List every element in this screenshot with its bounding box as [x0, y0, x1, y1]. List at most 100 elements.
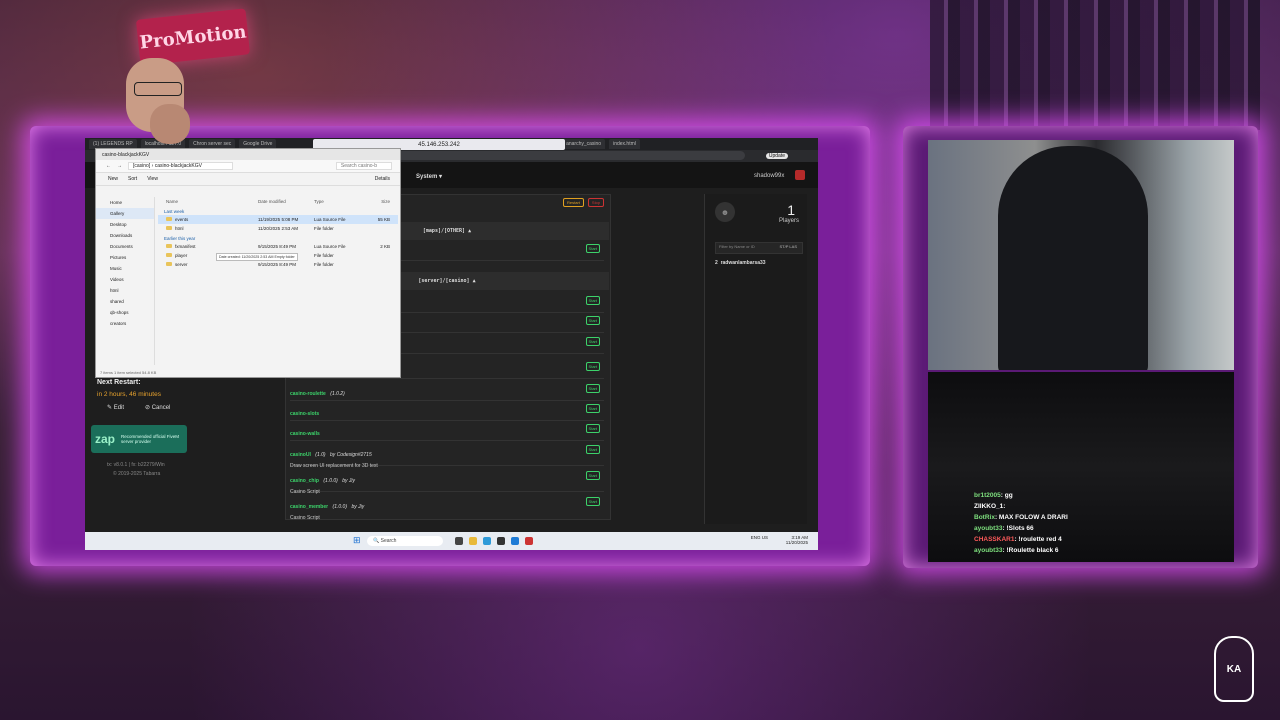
- chat-username[interactable]: CHASSKAR1: [974, 536, 1014, 543]
- start-button[interactable]: Start: [585, 404, 600, 413]
- start-button[interactable]: Start: [585, 424, 600, 433]
- file-type: File folder: [314, 253, 334, 258]
- start-button[interactable]: Start: [585, 296, 600, 305]
- column-name[interactable]: Name: [158, 199, 258, 204]
- resource-author: by Jiy: [351, 504, 365, 510]
- player-filter-placeholder: Filter by Name or ID: [719, 244, 755, 249]
- file-row[interactable]: fxmanifest 9/15/2025 8:49 PM Lua Source Fi…: [158, 242, 398, 251]
- url-field[interactable]: [345, 151, 745, 160]
- player-count: 1: [787, 202, 795, 218]
- sidebar-item[interactable]: Home: [96, 197, 154, 208]
- column-type[interactable]: Type: [314, 199, 360, 204]
- folder-app-icon[interactable]: [469, 537, 477, 545]
- streamer-silhouette: [998, 146, 1148, 370]
- nav-username[interactable]: shadow99x: [754, 173, 784, 179]
- chat-username[interactable]: ayoubt33: [974, 525, 1003, 532]
- terminal-app-icon[interactable]: [497, 537, 505, 545]
- taskbar-search[interactable]: 🔍 Search: [367, 536, 443, 546]
- sidebar-item[interactable]: Pictures: [96, 252, 154, 263]
- player-sort-button[interactable]: ST/P LAS: [780, 244, 798, 249]
- sort-button[interactable]: Sort: [128, 176, 137, 182]
- path-breadcrumb[interactable]: [casino] › casino-blackjackKGV: [128, 162, 233, 170]
- back-icon[interactable]: ←: [106, 163, 111, 169]
- sidebar-item[interactable]: Documents: [96, 241, 154, 252]
- edge-app-icon[interactable]: [483, 537, 491, 545]
- chat-text: : !Roulette black 6: [1002, 547, 1059, 554]
- sidebar-item[interactable]: shared: [96, 296, 154, 307]
- remote-ip: 45.146.253.242: [418, 141, 460, 148]
- stop-button[interactable]: Stop: [587, 198, 605, 207]
- next-restart-label: Next Restart:: [97, 379, 141, 386]
- start-menu-icon[interactable]: ⊞: [353, 536, 362, 545]
- folder-tooltip: Date created: 11/20/2025 2:53 AM Empty f…: [216, 253, 298, 261]
- sidebar-item[interactable]: Downloads: [96, 230, 154, 241]
- forward-icon[interactable]: →: [117, 163, 122, 169]
- view-button[interactable]: View: [147, 176, 158, 182]
- resource-name: casino_chip: [290, 478, 319, 484]
- group-header[interactable]: Last week: [158, 206, 398, 215]
- sidebar-item[interactable]: Gallery: [96, 208, 154, 219]
- start-button[interactable]: Start: [585, 337, 600, 346]
- column-size[interactable]: Size: [360, 199, 390, 204]
- group-header[interactable]: Earlier this year: [158, 233, 398, 242]
- player-row[interactable]: 2 radwanlambarsa33: [715, 260, 766, 266]
- browser-tab[interactable]: index.html: [609, 139, 640, 149]
- sidebar-item[interactable]: Music: [96, 263, 154, 274]
- start-button[interactable]: Start: [585, 445, 600, 454]
- folder-icon: [166, 217, 172, 221]
- file-type: Lua Source File: [314, 217, 346, 222]
- start-button[interactable]: Start: [585, 244, 600, 253]
- start-button[interactable]: Start: [585, 362, 600, 371]
- edit-schedule-button[interactable]: ✎ Edit: [107, 404, 124, 411]
- file-explorer-app-icon[interactable]: [455, 537, 463, 545]
- file-row[interactable]: server 9/15/2025 8:49 PM File folder: [158, 260, 398, 269]
- new-button[interactable]: New: [108, 176, 118, 182]
- zap-text: Recommended official FiveM server provid…: [121, 434, 179, 444]
- stream-chat: br1t2005: gg ZIIKKO_1: BotRix: MAX FOLOW …: [974, 490, 1068, 556]
- resource-author: by Jiy: [342, 478, 356, 484]
- chat-username[interactable]: ZIIKKO_1: [974, 503, 1003, 510]
- chat-username[interactable]: BotRix: [974, 514, 995, 521]
- taskbar-clock[interactable]: 3:19 AM 11/20/2025: [786, 535, 808, 545]
- resource-author: by Codesign#2715: [330, 452, 372, 458]
- resource-row-casino-member: casino_member (1.0.0) by Jiy Casino Scri…: [290, 495, 604, 521]
- cancel-schedule-button[interactable]: ⊘ Cancel: [145, 404, 170, 411]
- resource-version: (1.0.0): [332, 504, 347, 510]
- sidebar-item[interactable]: Desktop: [96, 219, 154, 230]
- nav-system-menu[interactable]: System ▾: [416, 173, 442, 180]
- start-button[interactable]: Start: [585, 384, 600, 393]
- vscode-app-icon[interactable]: [511, 537, 519, 545]
- chat-message: ayoubt33: !Slots 66: [974, 523, 1068, 534]
- chat-username[interactable]: ayoubt33: [974, 547, 1003, 554]
- details-button[interactable]: Details: [375, 176, 390, 182]
- zap-hosting-banner[interactable]: zap Recommended official FiveM server pr…: [91, 425, 187, 453]
- update-button[interactable]: Update: [765, 153, 788, 159]
- file-date: 11/19/2025 5:08 PM: [258, 217, 299, 222]
- explorer-search-input[interactable]: Search casino-b: [335, 162, 392, 170]
- browser-tab[interactable]: anarchy_casino: [562, 139, 606, 149]
- file-row[interactable]: events 11/19/2025 5:08 PM Lua Source File 5…: [158, 215, 398, 224]
- explorer-address-bar[interactable]: ← → [casino] › casino-blackjackKGV Searc…: [96, 160, 400, 173]
- resource-row-casino-walls: casino-walls Start: [290, 422, 604, 441]
- sidebar-item[interactable]: html: [96, 285, 154, 296]
- sidebar-item[interactable]: qb-shops: [96, 307, 154, 318]
- folder-icon: [166, 226, 172, 230]
- resource-row-casino-chip: casino_chip (1.0.0) by Jiy Casino Script…: [290, 469, 604, 495]
- sidebar-item[interactable]: creators: [96, 318, 154, 329]
- restart-button[interactable]: Restart: [563, 198, 584, 207]
- sidebar-item[interactable]: Videos: [96, 274, 154, 285]
- language-indicator[interactable]: ENG US: [751, 535, 768, 540]
- column-date[interactable]: Date modified: [258, 199, 314, 204]
- chat-message: ayoubt33: !Roulette black 6: [974, 545, 1068, 556]
- chat-text: : !Slots 66: [1002, 525, 1034, 532]
- chat-username[interactable]: br1t2005: [974, 492, 1001, 499]
- app-icon[interactable]: [525, 537, 533, 545]
- start-button[interactable]: Start: [585, 471, 600, 480]
- explorer-title[interactable]: casino-blackjackKGV: [96, 149, 400, 160]
- start-button[interactable]: Start: [585, 497, 600, 506]
- windows-taskbar: ⊞ 🔍 Search ENG US 3:19 AM 11/20/2025: [85, 532, 818, 550]
- file-row[interactable]: html 11/20/2025 2:53 AM File folder: [158, 224, 398, 233]
- start-button[interactable]: Start: [585, 316, 600, 325]
- user-avatar[interactable]: [795, 170, 805, 180]
- chat-message: BotRix: MAX FOLOW A DRARI: [974, 512, 1068, 523]
